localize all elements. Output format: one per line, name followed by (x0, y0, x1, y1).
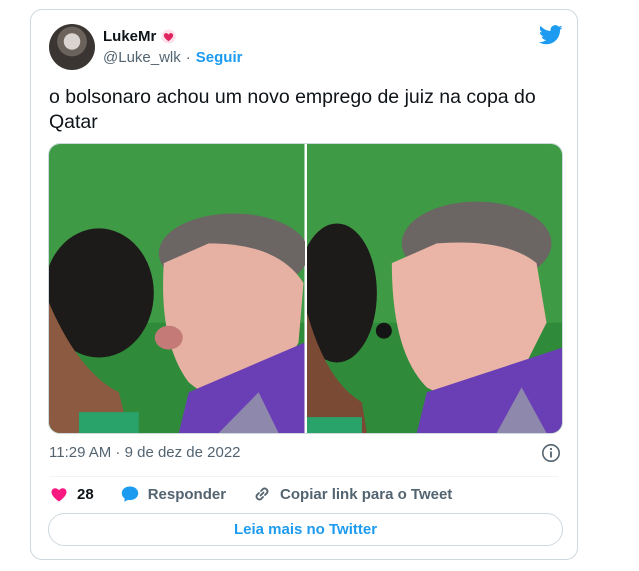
action-bar: 28 Responder Copiar link para o Tweet (49, 484, 478, 504)
referee-photo-left[interactable] (49, 144, 305, 433)
copy-link-button[interactable]: Copiar link para o Tweet (252, 484, 452, 504)
tweet-timestamp[interactable]: 11:29 AM · 9 de dez de 2022 (49, 444, 241, 461)
like-button[interactable]: 28 (49, 484, 94, 504)
reply-bubble-icon (121, 486, 138, 502)
reply-label: Responder (147, 485, 227, 503)
tweet-text: o bolsonaro achou um novo emprego de jui… (49, 86, 536, 133)
twitter-bird-icon[interactable] (539, 24, 563, 46)
copy-link-label: Copiar link para o Tweet (280, 485, 453, 503)
follow-button[interactable]: Seguir (196, 49, 243, 66)
referee-photo-right[interactable] (306, 144, 563, 433)
heart-icon (51, 488, 67, 502)
separator-dot: · (185, 49, 191, 66)
divider (49, 476, 559, 477)
author-handle[interactable]: @Luke_wlk (103, 49, 181, 66)
tweet-card: LukeMr @Luke_wlk · Seguir o bolsonaro ac… (30, 9, 578, 560)
read-more-button[interactable]: Leia mais no Twitter (48, 513, 563, 546)
heart-badge-icon (161, 29, 176, 44)
author-name-row[interactable]: LukeMr (103, 28, 176, 45)
author-name[interactable]: LukeMr (103, 28, 156, 45)
reply-button[interactable]: Responder (120, 484, 226, 504)
avatar[interactable] (49, 24, 95, 70)
like-count: 28 (77, 485, 94, 503)
link-icon (255, 487, 269, 501)
info-icon[interactable] (541, 443, 561, 463)
handle-row: @Luke_wlk · Seguir (103, 49, 242, 66)
tweet-media[interactable] (48, 143, 563, 434)
